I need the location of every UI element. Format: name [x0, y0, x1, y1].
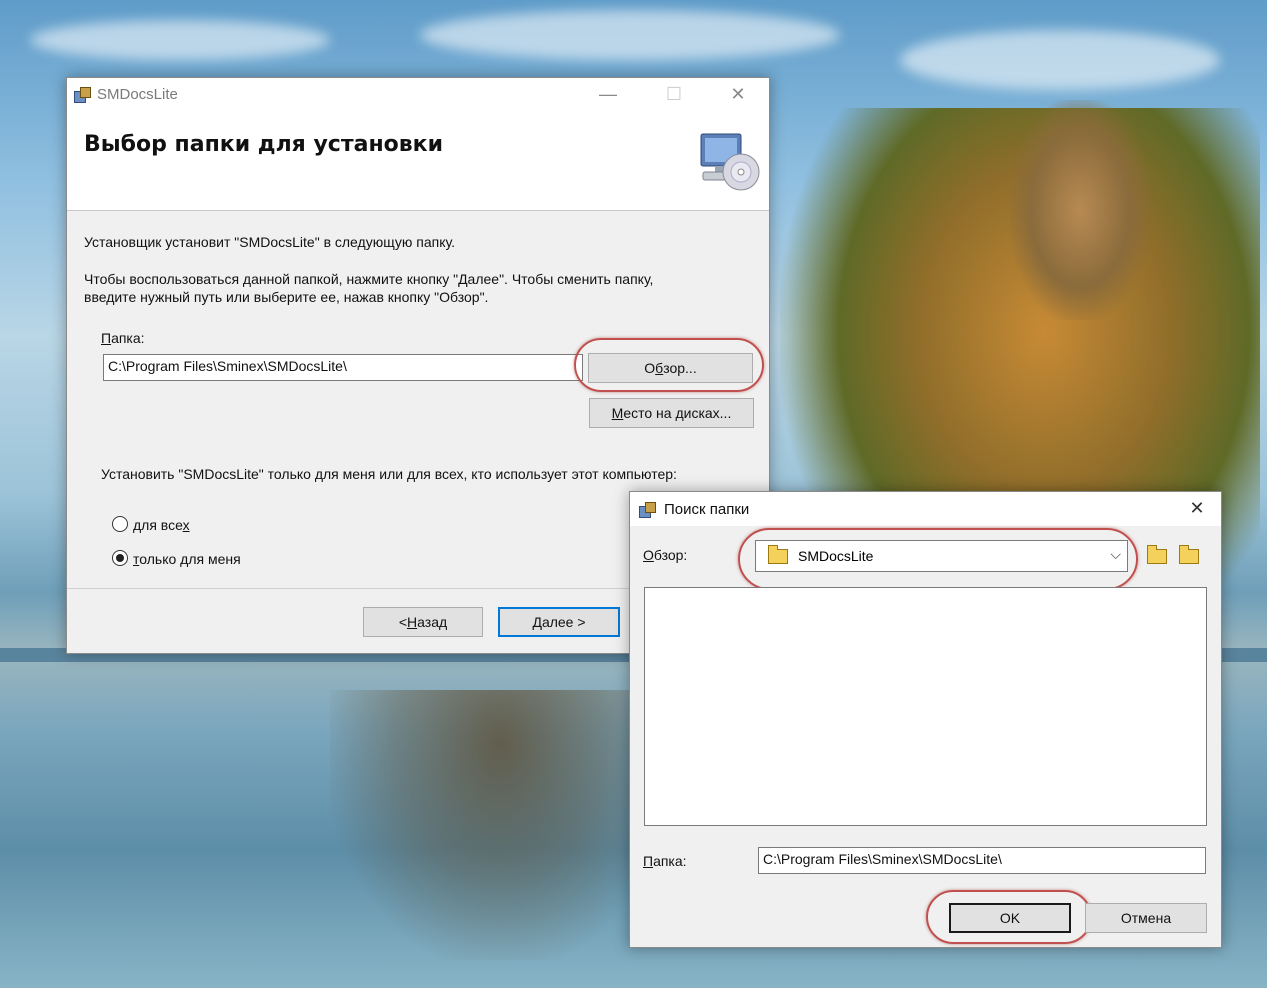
create-folder-icon[interactable]: [1175, 542, 1203, 570]
disk-space-button[interactable]: Место на дисках...: [589, 398, 754, 428]
browse-dialog-title: Поиск папки: [664, 500, 750, 518]
folder-tree-list[interactable]: [644, 587, 1207, 826]
browse-close-button[interactable]: ✕: [1174, 492, 1220, 524]
browse-folder-path-input[interactable]: C:\Program Files\Sminex\SMDocsLite\: [758, 847, 1206, 874]
installer-header: Выбор папки для установки: [67, 110, 769, 211]
window-title: SMDocsLite: [97, 85, 178, 103]
folder-path-input[interactable]: C:\Program Files\Sminex\SMDocsLite\: [103, 354, 583, 381]
next-button[interactable]: Далее >: [498, 607, 620, 637]
browse-folder-dialog: Поиск папки ✕ Обзор: SMDocsLite ⌵ Папка:…: [629, 491, 1222, 948]
ok-button[interactable]: OK: [949, 903, 1071, 933]
instruction-line-1: Чтобы воспользоваться данной папкой, наж…: [84, 271, 654, 287]
computer-cd-icon: [700, 133, 760, 191]
folder-label: Папка:: [101, 330, 145, 346]
installer-app-icon: [73, 85, 91, 103]
installer-app-icon: [638, 500, 656, 518]
installer-titlebar: SMDocsLite — ☐ ✕: [67, 78, 769, 110]
minimize-button[interactable]: —: [585, 78, 631, 110]
combo-value: SMDocsLite: [798, 548, 874, 564]
intro-text: Установщик установит "SMDocsLite" в след…: [84, 234, 455, 250]
radio-for-all[interactable]: [112, 516, 128, 532]
instruction-line-2: введите нужный путь или выберите ее, наж…: [84, 289, 489, 305]
new-folder-icon: [768, 544, 788, 564]
close-button[interactable]: ✕: [715, 78, 761, 110]
radio-only-me[interactable]: [112, 550, 128, 566]
back-button[interactable]: < Назад: [363, 607, 483, 637]
scope-question: Установить "SMDocsLite" только для меня …: [101, 466, 677, 482]
chevron-down-icon[interactable]: ⌵: [1110, 546, 1121, 563]
up-folder-icon[interactable]: [1143, 542, 1171, 570]
location-combobox[interactable]: SMDocsLite ⌵: [755, 540, 1128, 572]
cancel-button[interactable]: Отмена: [1085, 903, 1207, 933]
browse-folder-label: Папка:: [643, 853, 687, 869]
radio-for-all-label: для всех: [133, 517, 190, 533]
radio-only-me-label: только для меня: [133, 551, 241, 567]
browse-titlebar: Поиск папки ✕: [630, 492, 1221, 526]
page-title: Выбор папки для установки: [84, 132, 444, 157]
maximize-button[interactable]: ☐: [651, 78, 697, 110]
browse-label: Обзор:: [643, 547, 688, 563]
browse-button[interactable]: Об зор...: [588, 353, 753, 383]
